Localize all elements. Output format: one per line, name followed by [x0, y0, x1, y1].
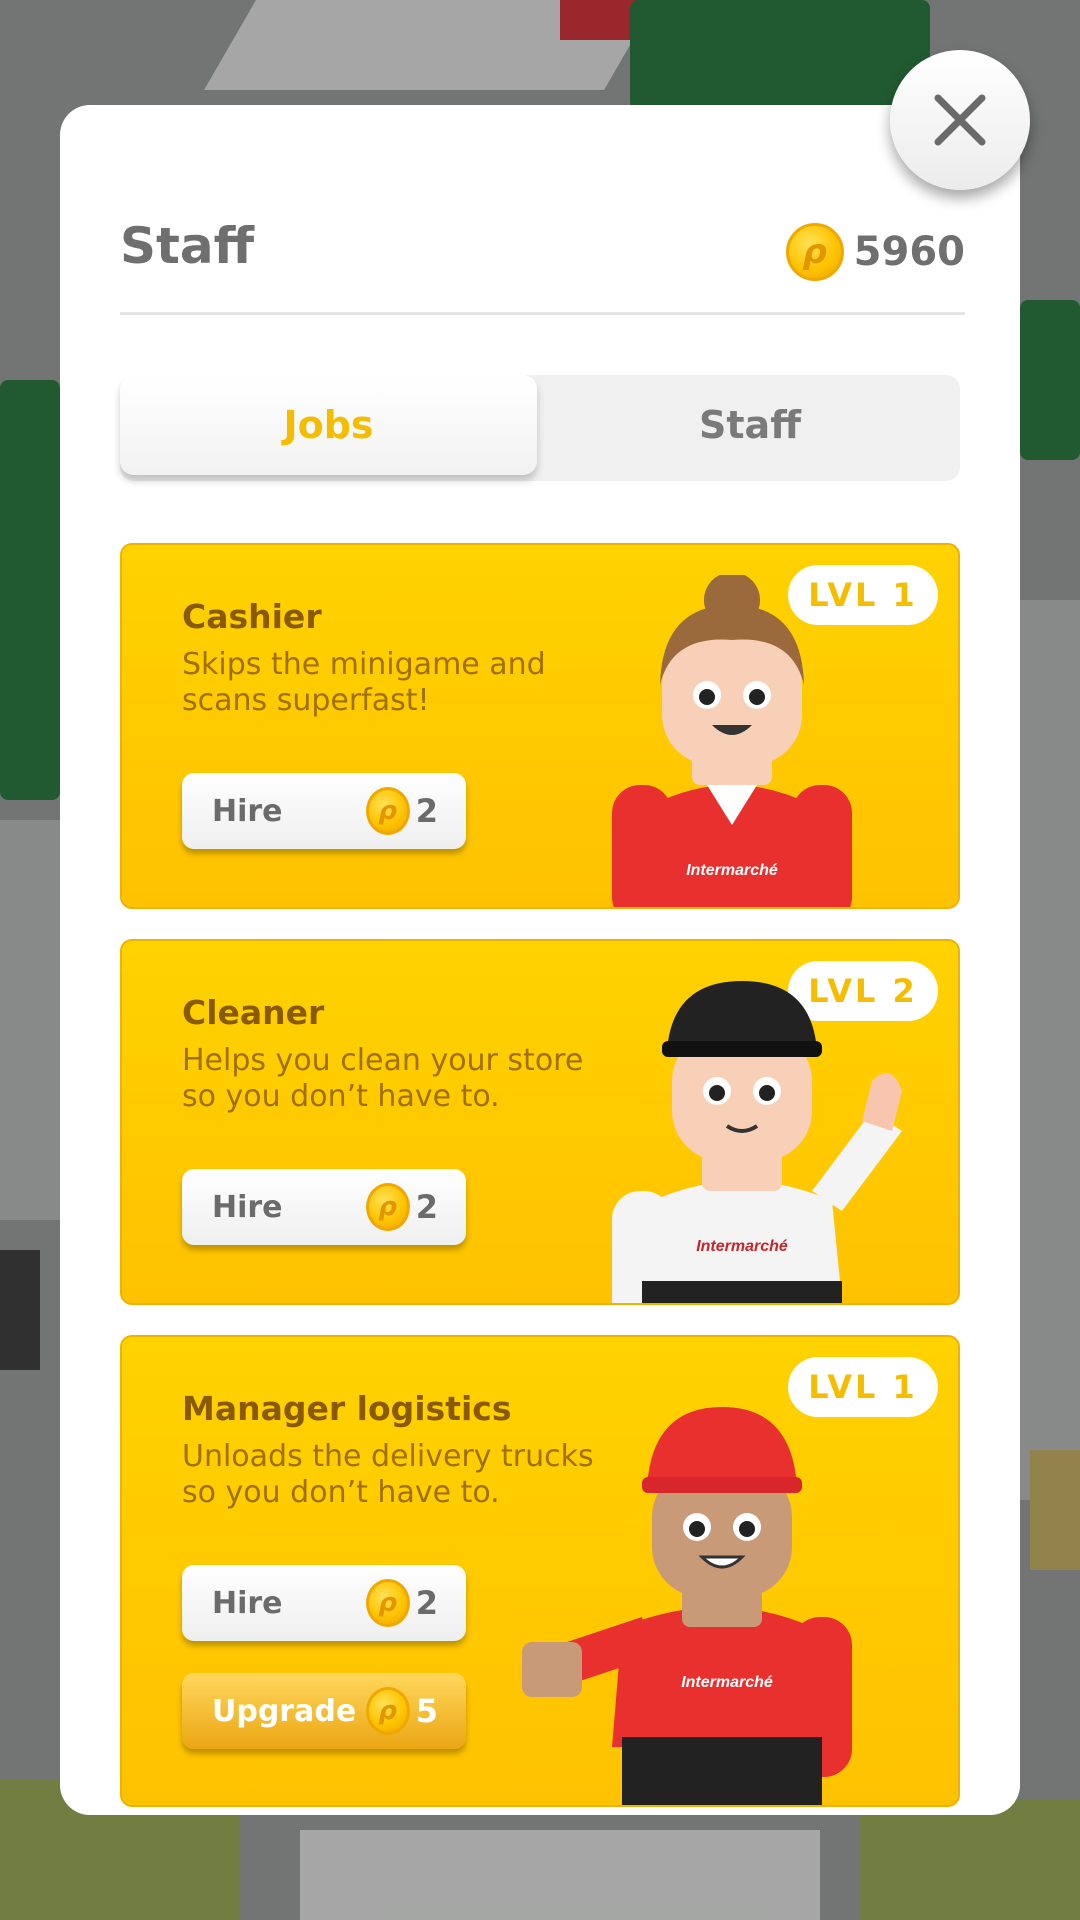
tab-jobs[interactable]: Jobs	[120, 375, 537, 475]
tab-bar: Jobs Staff	[120, 375, 960, 481]
page-title: Staff	[120, 217, 255, 275]
hire-button[interactable]: Hire ρ 2	[182, 1565, 466, 1641]
staff-modal: Staff ρ 5960 Jobs Staff Cashier Skips th…	[60, 105, 1020, 1815]
job-card-cashier: Cashier Skips the minigame and scans sup…	[120, 543, 960, 909]
upgrade-button[interactable]: Upgrade ρ 5	[182, 1673, 466, 1749]
hire-price: ρ 2	[365, 787, 438, 835]
job-title: Cashier	[182, 597, 322, 636]
price-value: 5	[415, 1692, 438, 1730]
job-title: Cleaner	[182, 993, 325, 1032]
coin-balance: ρ 5960	[785, 223, 965, 281]
manager-logistics-figure: Intermarché	[522, 1407, 852, 1805]
close-icon	[934, 94, 986, 146]
hire-price: ρ 2	[365, 1183, 438, 1231]
upgrade-label: Upgrade	[212, 1693, 357, 1729]
price-value: 2	[415, 1188, 438, 1226]
job-description: Skips the minigame and scans superfast!	[182, 647, 546, 718]
job-title: Manager logistics	[182, 1389, 512, 1428]
hire-button[interactable]: Hire ρ 2	[182, 773, 466, 849]
cashier-figure: Intermarché	[612, 575, 852, 907]
hire-label: Hire	[212, 793, 283, 829]
modal-header: Staff ρ 5960	[120, 105, 965, 315]
svg-text:Intermarché: Intermarché	[686, 862, 778, 879]
balance-value: 5960	[853, 229, 965, 275]
job-card-manager-logistics: Manager logistics Unloads the delivery t…	[120, 1335, 960, 1807]
coin-icon: ρ	[785, 223, 844, 281]
close-button[interactable]	[890, 50, 1030, 190]
hire-label: Hire	[212, 1189, 283, 1225]
hire-price: ρ 2	[365, 1579, 438, 1627]
cleaner-figure: Intermarché	[612, 981, 902, 1303]
svg-text:Intermarché: Intermarché	[681, 1674, 773, 1691]
coin-icon: ρ	[365, 1579, 410, 1627]
price-value: 2	[415, 1584, 438, 1622]
job-description: Helps you clean your store so you don’t …	[182, 1043, 584, 1114]
job-card-cleaner: Cleaner Helps you clean your store so yo…	[120, 939, 960, 1305]
coin-icon: ρ	[365, 787, 410, 835]
tab-staff[interactable]: Staff	[540, 375, 960, 475]
price-value: 2	[415, 792, 438, 830]
coin-icon: ρ	[365, 1687, 410, 1735]
hire-label: Hire	[212, 1585, 283, 1621]
upgrade-price: ρ 5	[365, 1687, 438, 1735]
hire-button[interactable]: Hire ρ 2	[182, 1169, 466, 1245]
coin-icon: ρ	[365, 1183, 410, 1231]
svg-text:Intermarché: Intermarché	[696, 1238, 788, 1255]
